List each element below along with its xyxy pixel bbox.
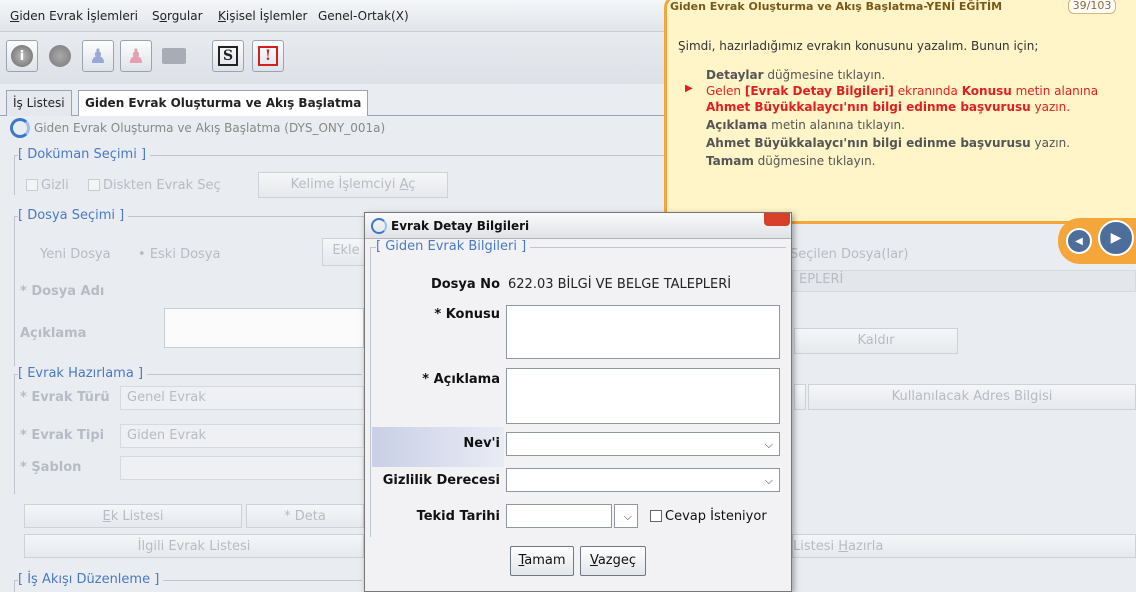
previous-icon: ◀ xyxy=(1075,235,1083,247)
desc-input[interactable] xyxy=(506,368,780,424)
tutorial-prev-button[interactable]: ◀ xyxy=(1066,228,1092,254)
disk-checkbox[interactable]: Diskten Evrak Seç xyxy=(88,178,221,193)
tutorial-title: Giden Evrak Oluşturma ve Akış Başlatma-Y… xyxy=(670,0,1003,13)
remove-file-button[interactable]: Kaldır xyxy=(794,328,958,354)
nevi-select[interactable]: ⌵ xyxy=(506,432,780,456)
nevi-label: Nev'i xyxy=(463,436,500,451)
record-icon xyxy=(49,45,71,67)
menu-giden-evrak[interactable]: Giden Evrak İşlemleri xyxy=(10,9,138,23)
subject-label: * Konusu xyxy=(434,307,500,322)
details-button[interactable]: * Deta xyxy=(246,504,364,528)
panel-title: Giden Evrak Oluşturma ve Akış Başlatma (… xyxy=(10,118,385,138)
doc-section-title: [ Doküman Seçimi ] xyxy=(18,147,151,162)
tutorial-next-button[interactable]: ▶ xyxy=(1098,220,1134,256)
doc-type-label: * Evrak Türü xyxy=(20,390,110,405)
doc-kind-field[interactable]: Giden Evrak xyxy=(120,424,364,448)
chevron-down-icon: ⌵ xyxy=(764,438,773,451)
users-icon: ♟ xyxy=(89,44,107,68)
file-no-value: 622.03 BİLGİ VE BELGE TALEPLERİ xyxy=(508,277,732,292)
tutorial-counter: 39/103 xyxy=(1068,0,1116,14)
tutorial-intro: Şimdi, hazırladığımız evrakın konusunu y… xyxy=(678,39,1039,53)
secrecy-select[interactable]: ⌵ xyxy=(506,468,780,492)
menu-sorgular[interactable]: Sorgular xyxy=(152,9,203,23)
file-no-label: Dosya No xyxy=(430,277,500,292)
cancel-button[interactable]: Vazgeç xyxy=(580,546,646,576)
old-file-radio[interactable]: • Eski Dosya xyxy=(138,247,220,262)
workflow-section-title: [ İş Akışı Düzenleme ] xyxy=(18,572,164,587)
subject-input[interactable] xyxy=(506,305,780,359)
secrecy-label: Gizlilik Derecesi xyxy=(382,473,500,488)
current-step-arrow-icon: ▶ xyxy=(685,83,693,94)
new-file-radio[interactable]: Yeni Dosya xyxy=(40,247,111,262)
tab-giden-evrak[interactable]: Giden Evrak Oluşturma ve Akış Başlatma xyxy=(78,90,369,116)
menu-genel-ortak[interactable]: Genel-Ortak(X) xyxy=(318,9,409,23)
attachments-button[interactable]: Ek Listesi xyxy=(24,504,242,528)
next-icon: ▶ xyxy=(1110,230,1122,246)
tutorial-step-4: Ahmet Büyükkalaycı'nın bilgi edinme başv… xyxy=(706,136,1071,150)
chevron-down-icon: ⌵ xyxy=(623,510,632,523)
chevron-down-icon: ⌵ xyxy=(764,474,773,487)
tab-is-listesi[interactable]: İş Listesi xyxy=(6,90,72,116)
reminder-label: Tekid Tarihi xyxy=(416,509,500,524)
template-field[interactable] xyxy=(120,456,364,480)
reply-checkbox[interactable]: Cevap İsteniyor xyxy=(650,509,767,524)
doc-section-vline xyxy=(14,155,15,195)
message-button[interactable] xyxy=(158,40,190,72)
users-red-button[interactable]: ♟ xyxy=(120,40,152,72)
workflow-section-vline xyxy=(14,580,15,592)
description-input[interactable] xyxy=(164,308,364,348)
dialog-group-vline xyxy=(370,247,371,537)
gizli-checkbox[interactable]: Gizli xyxy=(26,178,69,193)
s-doc-button[interactable]: S xyxy=(212,40,244,72)
reminder-date-dropdown[interactable]: ⌵ xyxy=(614,504,638,528)
template-label: * Şablon xyxy=(20,460,82,475)
s-doc-icon: S xyxy=(217,46,239,66)
file-name-label: * Dosya Adı xyxy=(20,284,105,299)
users-red-icon: ♟ xyxy=(127,44,145,68)
tutorial-step-1: Detaylar düğmesine tıklayın. xyxy=(706,68,886,82)
address-info-button[interactable]: Kullanılacak Adres Bilgisi xyxy=(808,384,1136,410)
menu-kisisel[interactable]: Kişisel İşlemler xyxy=(218,9,307,23)
panel-logo-icon xyxy=(10,118,30,138)
dialog-group-title: [ Giden Evrak Bilgileri ] xyxy=(376,239,531,254)
dialog-logo-icon xyxy=(371,217,387,234)
address-left-button[interactable] xyxy=(794,384,806,410)
file-section-vline xyxy=(14,216,15,366)
dialog-title: Evrak Detay Bilgileri xyxy=(391,218,530,233)
doc-type-field[interactable]: Genel Evrak xyxy=(120,386,364,410)
word-processor-button[interactable]: Kelime İşlemciyi Aç xyxy=(258,172,448,198)
related-docs-button[interactable]: İlgili Evrak Listesi xyxy=(24,534,364,558)
prep-section-title: [ Evrak Hazırlama ] xyxy=(18,366,148,381)
file-section-title: [ Dosya Seçimi ] xyxy=(18,208,129,223)
message-icon xyxy=(162,48,186,64)
exclamation-doc-button[interactable]: ! xyxy=(252,40,284,72)
desc-label: * Açıklama xyxy=(422,372,500,387)
tutorial-step-3: Açıklama metin alanına tıklayın. xyxy=(706,118,905,132)
selected-files-list[interactable]: EPLERİ xyxy=(792,270,1136,292)
info-icon: i xyxy=(11,45,33,67)
users-button[interactable]: ♟ xyxy=(82,40,114,72)
prepare-list-button[interactable]: Listesi Hazırla xyxy=(792,534,1136,558)
record-button[interactable] xyxy=(44,40,76,72)
description-label: Açıklama xyxy=(20,326,87,341)
exclamation-doc-icon: ! xyxy=(257,46,279,66)
reminder-date-input[interactable] xyxy=(506,504,612,528)
ok-button[interactable]: Tamam xyxy=(510,546,574,576)
add-file-button[interactable]: Ekle xyxy=(322,238,370,266)
dialog-titlebar: Evrak Detay Bilgileri xyxy=(365,213,791,239)
tutorial-step-2-cont: Ahmet Büyükkalaycı'nın bilgi edinme başv… xyxy=(706,100,1071,114)
dialog-close-button[interactable] xyxy=(764,213,790,226)
info-button[interactable]: i xyxy=(6,40,38,72)
tutorial-step-2: Gelen [Evrak Detay Bilgileri] ekranında … xyxy=(706,84,1099,98)
doc-kind-label: * Evrak Tipi xyxy=(20,428,105,443)
selected-files-label: Seçilen Dosya(lar) xyxy=(790,247,909,262)
tutorial-step-5: Tamam düğmesine tıklayın. xyxy=(706,154,876,168)
prep-section-vline xyxy=(14,374,15,494)
panel-title-text: Giden Evrak Oluşturma ve Akış Başlatma (… xyxy=(34,121,386,135)
